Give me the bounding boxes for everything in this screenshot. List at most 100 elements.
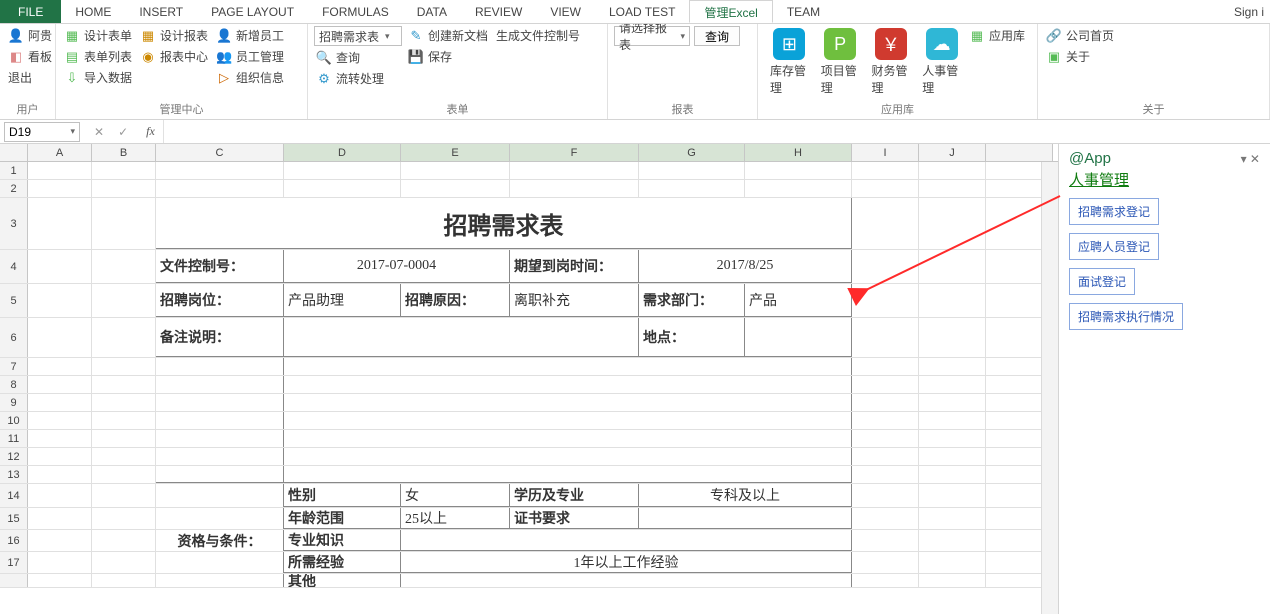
report-select-combo[interactable]: 请选择报表▾ <box>614 26 690 46</box>
new-doc-item[interactable]: ✎创建新文档 <box>406 26 490 45</box>
user-name-item[interactable]: 👤阿贵 <box>6 26 54 45</box>
group-apps-label: 应用库 <box>764 103 1031 119</box>
app-hr[interactable]: ☁人事管理 <box>916 26 967 98</box>
users-icon: 👥 <box>216 49 232 65</box>
query-item[interactable]: 🔍查询 <box>314 48 402 67</box>
panel-btn-interview-reg[interactable]: 面试登记 <box>1069 268 1135 295</box>
fx-icon[interactable]: fx <box>146 124 155 139</box>
panel-btn-applicant-reg[interactable]: 应聘人员登记 <box>1069 233 1159 260</box>
col-last[interactable] <box>986 144 1053 161</box>
label-pro-knowledge: 专业知识 <box>284 530 401 551</box>
val-experience[interactable]: 1年以上工作经验 <box>401 552 852 573</box>
group-form-label: 表单 <box>314 103 601 119</box>
import-data-item[interactable]: ⇩导入数据 <box>62 68 134 87</box>
label-file-ctrl: 文件控制号： <box>156 250 284 283</box>
app-project[interactable]: P项目管理 <box>815 26 866 98</box>
org-info-item[interactable]: ▷组织信息 <box>214 68 286 87</box>
val-gender[interactable]: 女 <box>401 484 510 507</box>
vertical-scrollbar[interactable] <box>1041 162 1058 614</box>
save-item[interactable]: 💾保存 <box>406 47 490 66</box>
tab-team[interactable]: TEAM <box>773 0 834 23</box>
val-position[interactable]: 产品助理 <box>284 284 401 317</box>
signin-link[interactable]: Sign i <box>1234 0 1264 24</box>
label-location: 地点： <box>639 318 745 357</box>
col-I[interactable]: I <box>852 144 919 161</box>
company-home-item[interactable]: 🔗公司首页 <box>1044 26 1116 45</box>
label-dept: 需求部门： <box>639 284 745 317</box>
about-item[interactable]: ▣关于 <box>1044 47 1116 66</box>
tab-file[interactable]: FILE <box>0 0 61 23</box>
design-form-item[interactable]: ▦设计表单 <box>62 26 134 45</box>
employee-mgmt-item[interactable]: 👥员工管理 <box>214 47 286 66</box>
report-center-item[interactable]: ◉报表中心 <box>138 47 210 66</box>
label-cert: 证书要求 <box>510 508 639 529</box>
name-box[interactable]: D19▾ <box>4 122 80 142</box>
ribbon: 👤阿贵 ◧看板 退出 用户 ▦设计表单 ▤表单列表 ⇩导入数据 ▦设计报表 ◉报… <box>0 24 1270 120</box>
exit-item[interactable]: 退出 <box>6 68 54 87</box>
tab-home[interactable]: HOME <box>61 0 125 23</box>
col-G[interactable]: G <box>639 144 745 161</box>
tab-manage-excel[interactable]: 管理Excel <box>689 0 772 23</box>
val-other[interactable] <box>401 574 852 587</box>
spreadsheet-grid[interactable]: A B C D E F G H I J 1 2 3 招聘需求表 4 文件控制号：… <box>0 144 1058 588</box>
val-cert[interactable] <box>639 508 852 529</box>
board-item[interactable]: ◧看板 <box>6 47 54 66</box>
group-report-label: 报表 <box>614 103 751 119</box>
tab-loadtest[interactable]: LOAD TEST <box>595 0 689 23</box>
tab-review[interactable]: REVIEW <box>461 0 536 23</box>
val-pro-knowledge[interactable] <box>401 530 852 551</box>
label-position: 招聘岗位： <box>156 284 284 317</box>
panel-close-icon[interactable]: ▾ ✕ <box>1241 152 1260 166</box>
tab-insert[interactable]: INSERT <box>125 0 197 23</box>
col-E[interactable]: E <box>401 144 510 161</box>
tab-formulas[interactable]: FORMULAS <box>308 0 403 23</box>
label-remark: 备注说明： <box>156 318 284 357</box>
val-reason[interactable]: 离职补充 <box>510 284 639 317</box>
report-design-icon: ▦ <box>140 28 156 44</box>
app-finance[interactable]: ￥财务管理 <box>866 26 917 98</box>
val-expect-date[interactable]: 2017/8/25 <box>639 250 852 283</box>
cancel-icon[interactable]: ✕ <box>94 125 104 139</box>
group-user-label: 用户 <box>6 103 49 119</box>
val-dept[interactable]: 产品 <box>745 284 852 317</box>
panel-btn-recruit-exec[interactable]: 招聘需求执行情况 <box>1069 303 1183 330</box>
group-about-label: 关于 <box>1044 103 1263 119</box>
report-query-button[interactable]: 查询 <box>694 26 740 46</box>
form-select-combo[interactable]: 招聘需求表▾ <box>314 26 402 46</box>
col-H[interactable]: H <box>745 144 852 161</box>
label-edu: 学历及专业 <box>510 484 639 507</box>
tab-data[interactable]: DATA <box>403 0 461 23</box>
app-inventory[interactable]: ⊞库存管理 <box>764 26 815 98</box>
formula-bar: D19▾ ✕ ✓ fx <box>0 120 1270 144</box>
col-D[interactable]: D <box>284 144 401 161</box>
tab-pagelayout[interactable]: PAGE LAYOUT <box>197 0 308 23</box>
val-remark[interactable] <box>284 318 639 357</box>
formula-input[interactable] <box>163 120 1270 143</box>
tab-view[interactable]: VIEW <box>536 0 595 23</box>
gen-ctrl-num-item[interactable]: 生成文件控制号 <box>494 26 582 45</box>
col-B[interactable]: B <box>92 144 156 161</box>
label-age: 年龄范围 <box>284 508 401 529</box>
panel-link-hr[interactable]: 人事管理 <box>1069 169 1260 190</box>
panel-title: @App <box>1069 150 1111 167</box>
select-all-corner[interactable] <box>0 144 28 161</box>
val-edu[interactable]: 专科及以上 <box>639 484 852 507</box>
menu-tabs: FILE HOME INSERT PAGE LAYOUT FORMULAS DA… <box>0 0 1270 24</box>
caret-icon: ▾ <box>680 31 685 42</box>
col-F[interactable]: F <box>510 144 639 161</box>
save-icon: 💾 <box>408 49 424 65</box>
new-employee-item[interactable]: 👤新增员工 <box>214 26 286 45</box>
form-list-item[interactable]: ▤表单列表 <box>62 47 134 66</box>
store-icon: ▦ <box>969 28 985 44</box>
val-age[interactable]: 25以上 <box>401 508 510 529</box>
col-C[interactable]: C <box>156 144 284 161</box>
process-item[interactable]: ⚙流转处理 <box>314 69 402 88</box>
app-store-item[interactable]: ▦应用库 <box>967 26 1027 45</box>
enter-icon[interactable]: ✓ <box>118 125 128 139</box>
val-file-ctrl[interactable]: 2017-07-0004 <box>284 250 510 283</box>
col-J[interactable]: J <box>919 144 986 161</box>
val-location[interactable] <box>745 318 852 357</box>
design-report-item[interactable]: ▦设计报表 <box>138 26 210 45</box>
panel-btn-recruit-reg[interactable]: 招聘需求登记 <box>1069 198 1159 225</box>
col-A[interactable]: A <box>28 144 92 161</box>
